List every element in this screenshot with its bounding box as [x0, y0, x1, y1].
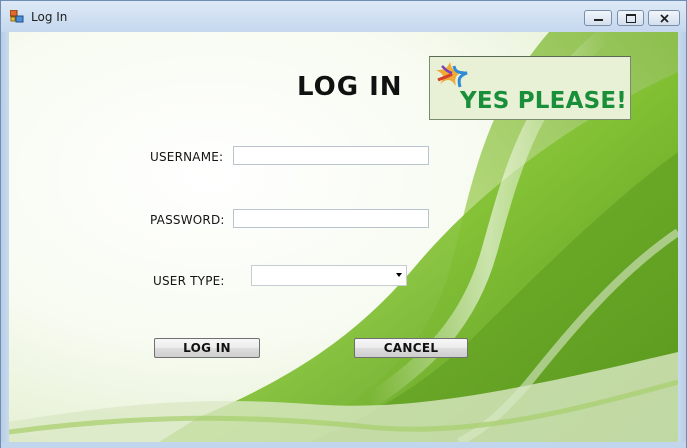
app-icon — [10, 10, 24, 23]
window-right-border — [678, 32, 686, 448]
cancel-button[interactable]: CANCEL — [354, 338, 468, 358]
close-button[interactable] — [648, 10, 680, 26]
password-input[interactable] — [233, 209, 429, 228]
close-icon — [660, 14, 669, 23]
password-label: PASSWORD: — [150, 213, 225, 227]
maximize-icon — [626, 14, 636, 23]
login-window: Log In LOG IN YES PLEASE! USERNAME: PASS… — [0, 0, 687, 448]
star-burst-icon — [436, 62, 468, 88]
user-type-label: USER TYPE: — [153, 274, 225, 288]
title-bar[interactable]: Log In — [1, 1, 686, 32]
login-button[interactable]: LOG IN — [154, 338, 260, 358]
dropdown-arrow-icon[interactable] — [396, 273, 402, 277]
username-label: USERNAME: — [150, 150, 224, 164]
username-input[interactable] — [233, 146, 429, 165]
logo-text: YES PLEASE! — [460, 88, 627, 114]
window-left-border — [1, 32, 9, 448]
user-type-dropdown[interactable] — [251, 265, 407, 286]
yes-please-logo: YES PLEASE! — [429, 56, 631, 120]
minimize-button[interactable] — [584, 10, 612, 26]
login-heading: LOG IN — [297, 72, 403, 102]
window-title: Log In — [31, 10, 68, 24]
window-bottom-border — [1, 442, 686, 448]
form-client-area: LOG IN YES PLEASE! USERNAME: PASSWORD: U… — [9, 32, 678, 442]
minimize-icon — [594, 19, 603, 21]
maximize-button[interactable] — [617, 10, 644, 26]
